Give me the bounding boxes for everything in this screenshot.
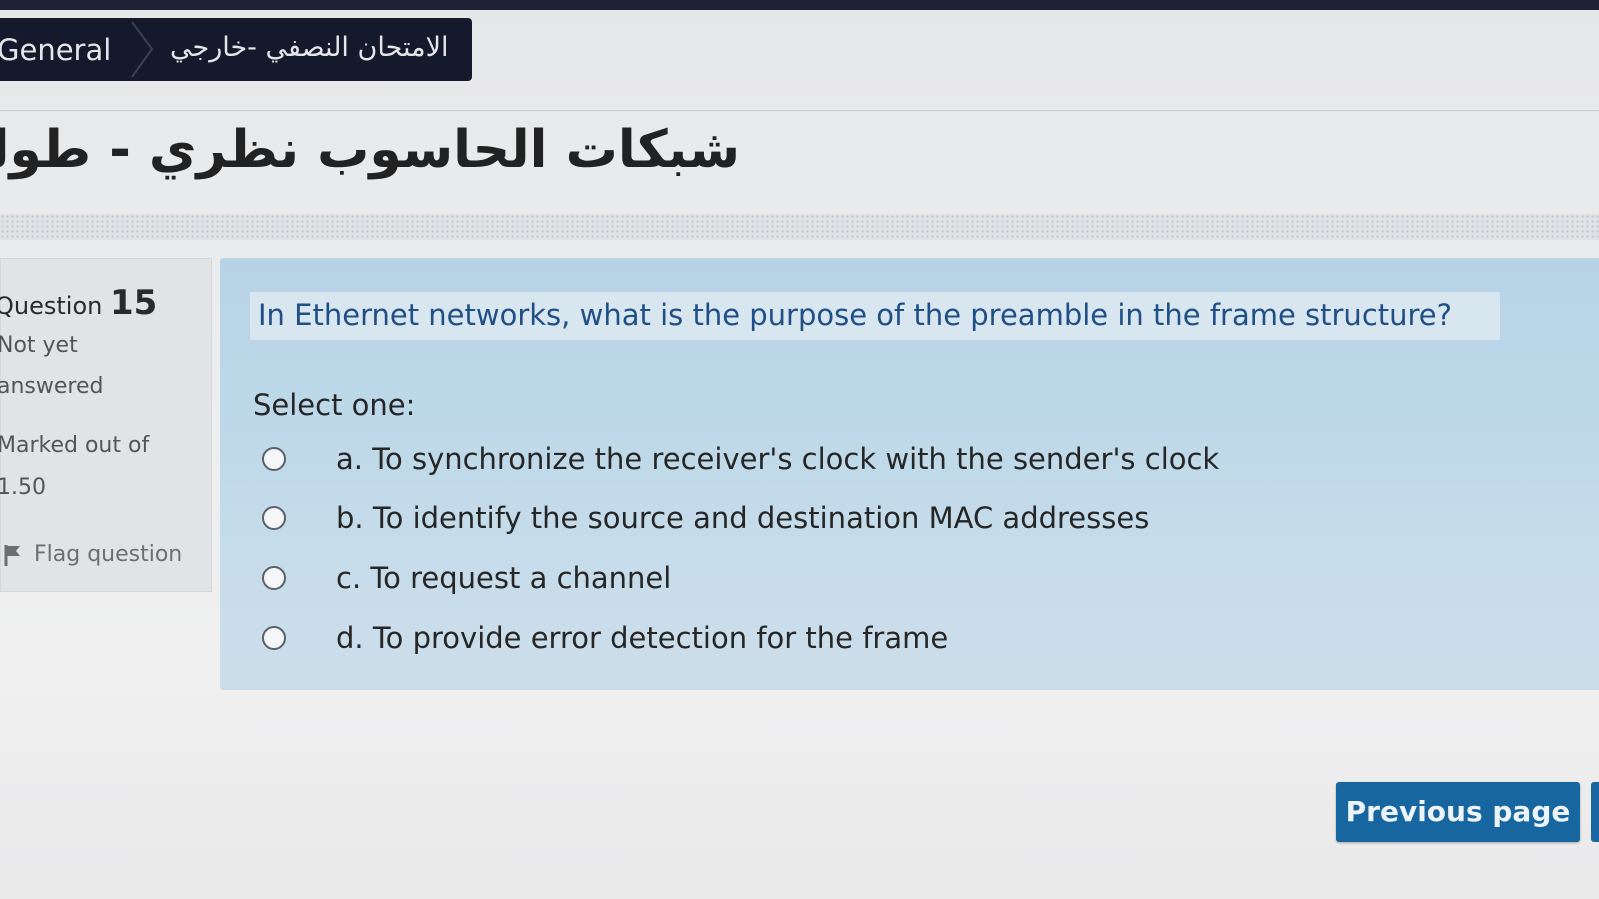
flag-question-button[interactable]: Flag question [2,542,182,567]
question-word: Question [0,292,103,320]
select-one-label: Select one: [253,388,416,422]
breadcrumb-exam-link[interactable]: الامتحان النصفي -خارجي [170,32,449,63]
header-divider [0,110,1599,111]
answer-option-label: c. To request a channel [336,561,672,595]
question-status-line1: Not yet [0,333,78,358]
top-strip [0,0,1599,10]
answer-option-d[interactable]: d. To provide error detection for the fr… [262,616,948,660]
header-pattern-band [0,214,1599,240]
breadcrumb: General الامتحان النصفي -خارجي [0,18,472,81]
answer-option-label: b. To identify the source and destinatio… [336,501,1150,535]
flag-question-label: Flag question [34,542,183,567]
answer-option-b[interactable]: b. To identify the source and destinatio… [262,496,1149,540]
radio-button-c[interactable] [262,566,286,590]
answer-option-c[interactable]: c. To request a channel [262,556,671,600]
answer-option-a[interactable]: a. To synchronize the receiver's clock w… [262,437,1219,481]
radio-button-d[interactable] [262,626,286,650]
answer-option-label: a. To synchronize the receiver's clock w… [336,442,1220,476]
question-number: 15 [109,283,158,323]
radio-button-b[interactable] [262,506,286,530]
course-title: شبكات الحاسوب نظري - طولكر [0,120,740,180]
breadcrumb-separator-icon [131,21,154,78]
breadcrumb-general-link[interactable]: General [0,33,129,67]
radio-button-a[interactable] [262,447,286,471]
question-number-label: Question 15 [0,283,157,323]
question-grade-line2: 1.50 [0,475,46,500]
answer-option-label: d. To provide error detection for the fr… [336,621,949,655]
flag-icon [4,544,20,566]
next-page-button-edge[interactable] [1591,782,1599,842]
question-grade-line1: Marked out of [0,433,150,458]
previous-page-button[interactable]: Previous page [1336,782,1580,842]
question-status-line2: answered [0,374,104,399]
question-text: In Ethernet networks, what is the purpos… [258,298,1453,332]
